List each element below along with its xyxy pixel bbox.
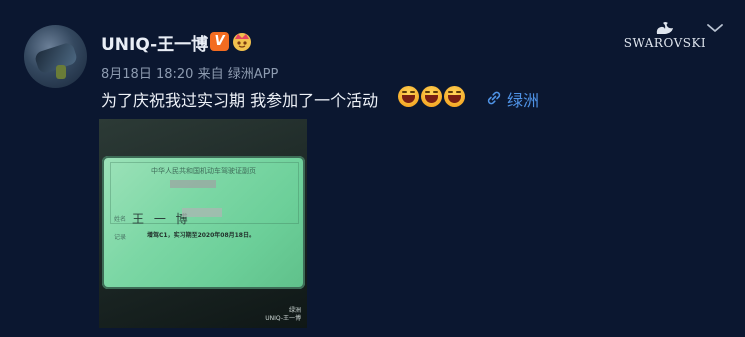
crown-icon [233,33,251,51]
verified-badge-icon: V [210,32,229,51]
watermark-app: 绿洲 [288,307,301,314]
post-text: 为了庆祝我过实习期 我参加了一个活动 [101,91,379,110]
post-meta: 8月18日 18:20 来自 绿洲APP [101,63,278,82]
username[interactable]: UNIQ-王一博 [101,30,208,55]
emoji-group [398,86,467,110]
swan-icon [656,22,673,34]
grinning-face-emoji [421,86,442,107]
grinning-face-emoji [398,86,419,107]
card-note: 增驾C1，实习期至2020年08月18日。 [147,232,255,239]
location-link[interactable]: 绿洲 [507,87,539,111]
link-icon[interactable] [486,90,502,106]
grinning-face-emoji [444,86,465,107]
post-time: 18:20 [155,67,194,82]
brand-logo: SWAROVSKI [620,20,710,50]
name-label: 姓名 [114,216,127,223]
photo-watermark: 绿洲 UNIQ-王一博 [265,307,301,323]
blurred-number [170,180,216,188]
post-date: 8月18日 [101,67,152,82]
avatar[interactable] [24,25,87,88]
post-source-link[interactable]: 绿洲APP [228,67,279,82]
source-prefix: 来自 [197,67,224,82]
license-card: 中华人民共和国机动车驾驶证副页 姓名 王 一 博 记录 增驾C1，实习期至202… [102,156,305,289]
blurred-id [182,208,222,217]
post-photo[interactable]: 中华人民共和国机动车驾驶证副页 姓名 王 一 博 记录 增驾C1，实习期至202… [99,119,307,328]
avatar-detail [56,65,66,79]
record-label: 记录 [114,234,127,241]
brand-name: SWAROVSKI [623,36,707,50]
chevron-down-icon[interactable] [706,22,724,34]
watermark-user: UNIQ-王一博 [265,315,301,322]
